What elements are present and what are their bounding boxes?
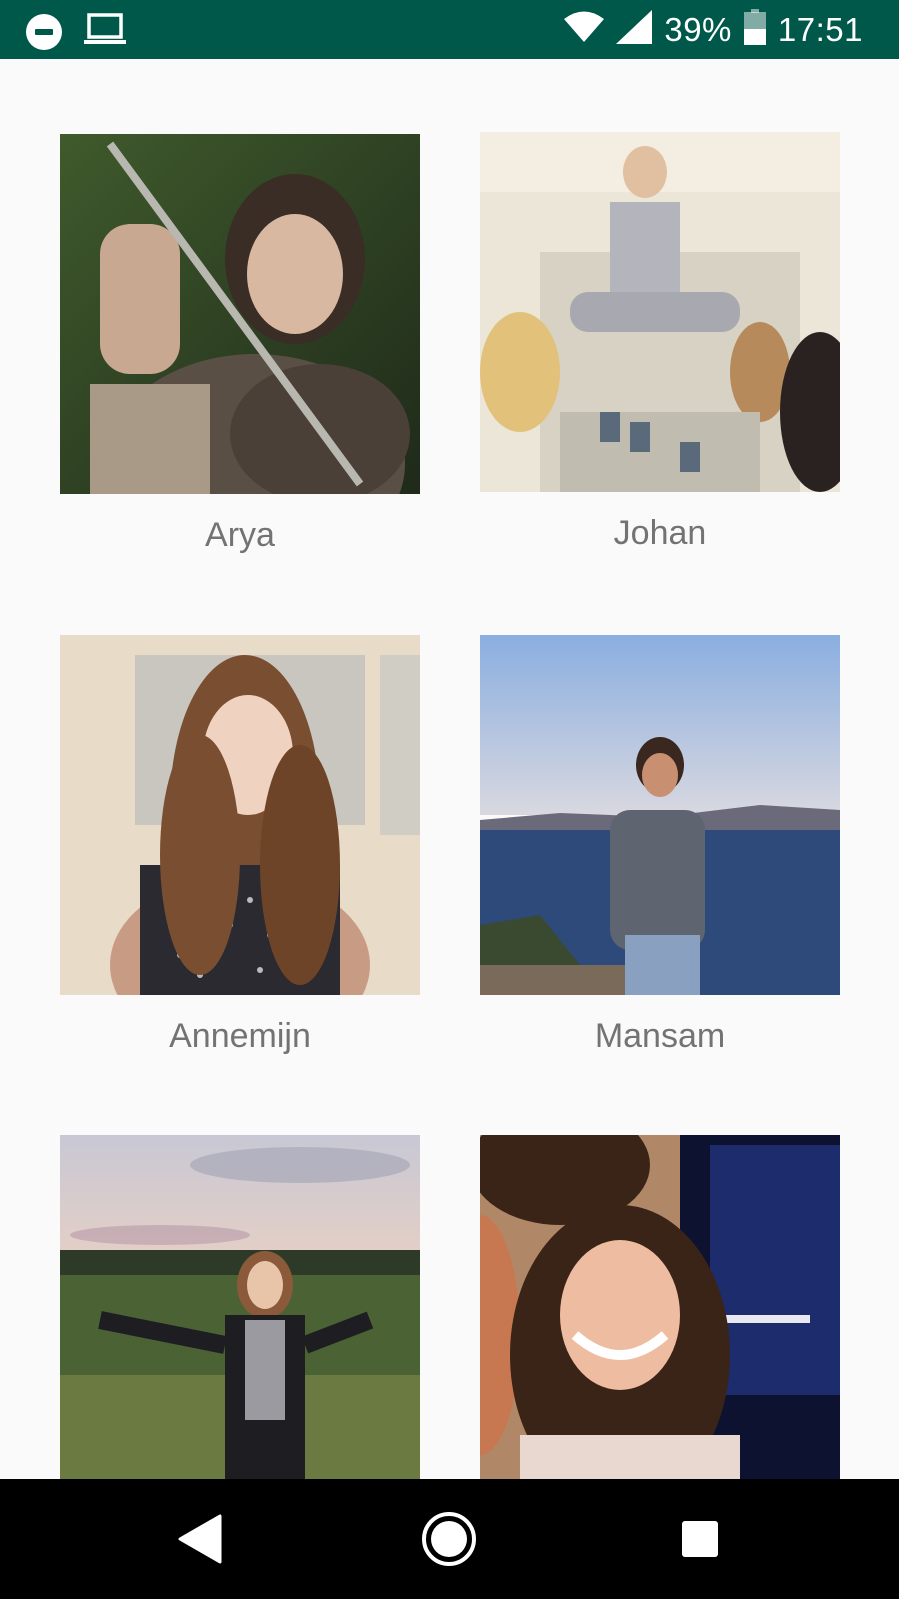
recents-button[interactable]	[665, 1504, 735, 1574]
contact-photo	[60, 1135, 420, 1479]
contact-card[interactable]	[480, 1135, 840, 1479]
recents-icon	[682, 1521, 718, 1557]
navigation-bar	[0, 1479, 899, 1599]
status-bar: 39% 17:51	[0, 0, 899, 59]
contact-card[interactable]: Johan	[480, 132, 840, 553]
contact-photo	[480, 132, 840, 492]
contact-name: Annemijn	[169, 1017, 311, 1055]
laptop-icon	[84, 12, 126, 51]
battery-percent: 39%	[664, 10, 732, 48]
contact-photo	[60, 635, 420, 995]
contact-photo	[60, 134, 420, 494]
back-button[interactable]	[165, 1504, 235, 1574]
clock: 17:51	[777, 10, 863, 48]
back-icon	[178, 1514, 222, 1564]
contact-card[interactable]: Annemijn	[60, 635, 420, 1056]
home-button[interactable]	[414, 1504, 484, 1574]
do-not-disturb-icon	[26, 13, 62, 50]
contact-name: Mansam	[594, 1017, 726, 1055]
signal-icon	[616, 10, 653, 49]
contact-card[interactable]: Arya	[60, 134, 420, 555]
wifi-icon	[564, 10, 605, 49]
contact-name: Arya	[205, 516, 275, 554]
contact-name: Johan	[613, 514, 707, 552]
contact-photo	[480, 635, 840, 995]
battery-icon	[743, 9, 766, 50]
contact-photo	[480, 1135, 840, 1479]
contact-grid: Arya Johan Annemijn Mansam	[0, 59, 899, 1479]
contact-card[interactable]: Mansam	[480, 635, 840, 1056]
home-icon	[422, 1512, 476, 1566]
contact-card[interactable]	[60, 1135, 420, 1479]
